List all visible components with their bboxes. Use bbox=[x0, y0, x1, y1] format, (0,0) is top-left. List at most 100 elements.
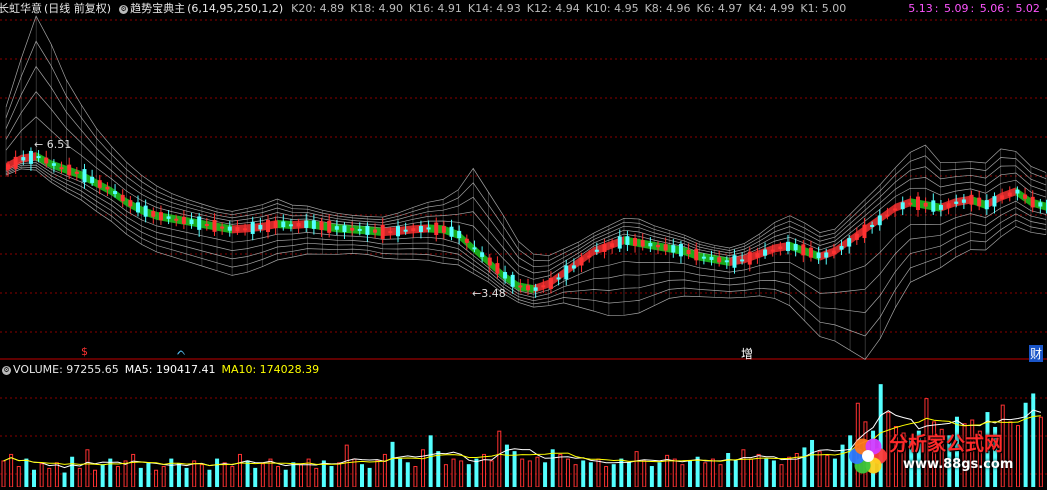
chart-stage: ← 6.51 ←3.48 长虹华意 (日线 前复权) ⚙ 趋势宝典主 (6,14,95,2… bbox=[0, 0, 1047, 488]
k-value: K4: 4.99 bbox=[748, 2, 795, 15]
volume-bar bbox=[428, 435, 433, 488]
volume-bar bbox=[573, 464, 578, 488]
candle-body bbox=[273, 221, 278, 229]
candle-body bbox=[946, 203, 951, 208]
volume-bar bbox=[413, 466, 418, 488]
settings-circle-icon[interactable]: ⚙ bbox=[119, 4, 129, 14]
candle-body bbox=[602, 244, 607, 252]
mesh-lower-line bbox=[5, 162, 1047, 298]
k-value: K10: 4.95 bbox=[585, 2, 639, 15]
volume-bar bbox=[474, 458, 479, 488]
candle-body bbox=[426, 227, 431, 230]
event-marker-up[interactable]: ᨈ bbox=[177, 345, 186, 359]
candle-body bbox=[938, 204, 943, 210]
ma5-value: MA5: 190417.41 bbox=[124, 363, 216, 376]
volume-bar bbox=[764, 458, 769, 488]
candle-body bbox=[120, 194, 125, 202]
candle-body bbox=[839, 246, 844, 250]
candle-body bbox=[487, 257, 492, 266]
volume-bar bbox=[672, 458, 677, 488]
volume-bar bbox=[154, 469, 159, 488]
candle-body bbox=[388, 231, 393, 234]
volume-bar bbox=[466, 464, 471, 488]
candle-body bbox=[701, 256, 706, 259]
volume-bar bbox=[810, 439, 815, 488]
candle-body bbox=[954, 201, 959, 204]
event-marker-cai[interactable]: 财 bbox=[1029, 345, 1044, 362]
volume-bar bbox=[565, 458, 570, 488]
candle-body bbox=[1007, 192, 1012, 197]
volume-bar bbox=[787, 456, 792, 488]
event-marker-s[interactable]: $ bbox=[81, 345, 88, 358]
volume-bar bbox=[352, 458, 357, 488]
candle-body bbox=[556, 277, 561, 280]
volume-bar bbox=[131, 453, 136, 488]
volume-bar bbox=[436, 451, 441, 488]
k-value: K12: 4.94 bbox=[526, 2, 580, 15]
volume-bar bbox=[504, 444, 509, 488]
candle-body bbox=[44, 157, 49, 164]
volume-bar bbox=[421, 449, 426, 488]
volume-bar bbox=[344, 444, 349, 488]
candle-body bbox=[877, 215, 882, 226]
candle-body bbox=[770, 249, 775, 252]
candle-body bbox=[288, 224, 293, 227]
volume-bar bbox=[703, 462, 708, 488]
candle-body bbox=[870, 224, 875, 227]
candle-body bbox=[793, 243, 798, 251]
candle-body bbox=[105, 186, 110, 190]
volume-bar bbox=[47, 467, 52, 488]
volume-bar bbox=[405, 462, 410, 488]
volume-bar bbox=[657, 462, 662, 488]
candle-body bbox=[633, 237, 638, 246]
volume-bar bbox=[176, 463, 181, 488]
candle-body bbox=[357, 228, 362, 231]
volume-settings-icon[interactable]: ⚙ bbox=[2, 365, 11, 375]
volume-bar bbox=[497, 430, 502, 488]
volume-bar bbox=[771, 460, 776, 488]
candle-body bbox=[518, 285, 523, 288]
grid-lines bbox=[0, 19, 1047, 475]
volume-bar bbox=[718, 464, 723, 488]
candle-body bbox=[136, 202, 140, 213]
candle-body bbox=[786, 241, 790, 251]
tail-value-2: 5.09 bbox=[944, 2, 969, 15]
volume-header: ⚙ VOLUME: 97255.65 MA5: 190417.41 MA10: 174… bbox=[0, 361, 321, 379]
candle-body bbox=[854, 233, 859, 240]
watermark-title: 分析家公式网 bbox=[889, 433, 1004, 455]
candle-body bbox=[801, 244, 806, 256]
candle-body bbox=[648, 243, 653, 247]
volume-bar bbox=[253, 467, 258, 488]
candle-body bbox=[204, 224, 209, 227]
candle-body bbox=[350, 227, 355, 231]
candle-body bbox=[1023, 194, 1028, 199]
low-label: ←3.48 bbox=[472, 287, 506, 300]
volume-bar bbox=[283, 469, 288, 488]
volume-bar bbox=[39, 463, 44, 488]
candle-body bbox=[380, 224, 385, 239]
volume-bar bbox=[85, 449, 90, 488]
candle-body bbox=[885, 214, 890, 217]
candle-body bbox=[418, 225, 423, 233]
event-marker-zeng[interactable]: 增 bbox=[741, 345, 753, 362]
volume-bar bbox=[62, 472, 67, 488]
candle-body bbox=[617, 236, 622, 249]
candle-body bbox=[396, 226, 400, 237]
volume-bar bbox=[527, 460, 532, 488]
candle-body bbox=[464, 238, 469, 243]
k-value: K8: 4.96 bbox=[644, 2, 691, 15]
candle-body bbox=[548, 277, 553, 289]
volume-bar bbox=[642, 460, 647, 488]
candle-body bbox=[319, 221, 324, 231]
candle-body bbox=[717, 257, 722, 263]
candle-body bbox=[533, 287, 538, 291]
candle-body bbox=[747, 251, 752, 265]
volume-bar bbox=[733, 460, 738, 488]
candle-body bbox=[564, 265, 569, 280]
candle-body bbox=[579, 257, 584, 266]
volume-bar bbox=[237, 453, 242, 488]
candle-body bbox=[74, 171, 79, 174]
candle-body bbox=[82, 169, 87, 183]
volume-bar bbox=[588, 462, 593, 488]
volume-value: VOLUME: 97255.65 bbox=[13, 363, 119, 376]
